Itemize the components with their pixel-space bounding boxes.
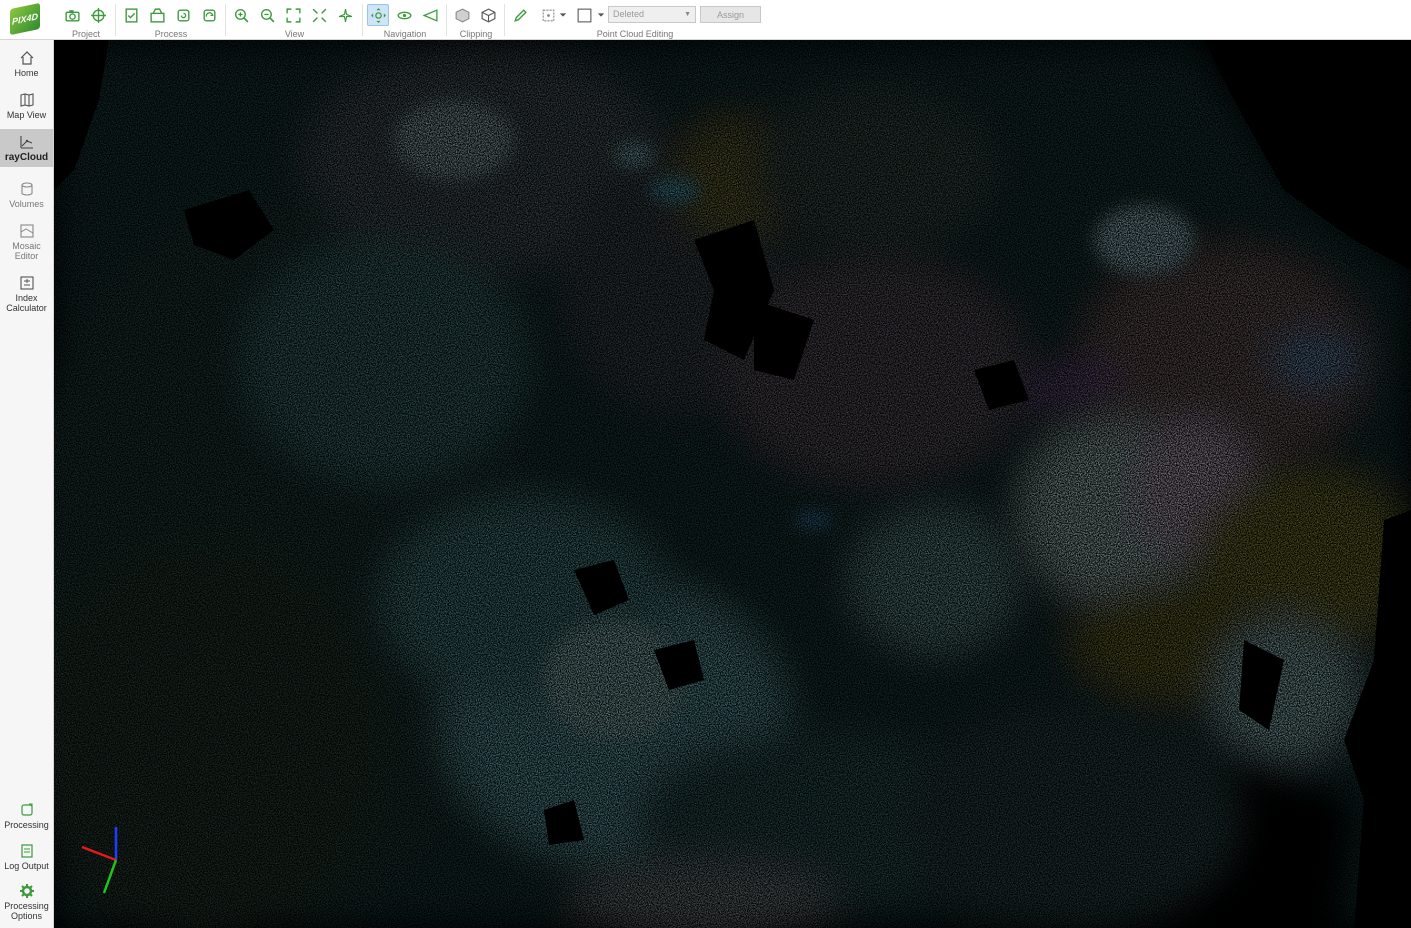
toolbar-group-point-cloud-editing: Deleted ▼ Assign Point Cloud Editing	[505, 0, 765, 40]
clipping-box-outline-icon[interactable]	[477, 4, 499, 26]
group-label-project: Project	[71, 29, 100, 39]
cylinder-icon	[20, 182, 33, 196]
sidebar-item-label: Mosaic Editor	[12, 241, 41, 261]
processing-icon	[20, 803, 33, 816]
pencil-edit-icon[interactable]	[509, 4, 531, 26]
log-icon	[20, 844, 33, 858]
left-sidebar: Home Map View rayCloud Volumes Mosaic Ed…	[0, 40, 54, 928]
selection-mode-icon[interactable]	[537, 4, 559, 26]
checklist-icon[interactable]	[120, 4, 142, 26]
sidebar-item-map-view[interactable]: Map View	[0, 92, 53, 126]
refresh-icon[interactable]	[198, 4, 220, 26]
point-cloud-render	[54, 40, 1411, 928]
map-icon	[19, 93, 34, 107]
sidebar-item-processing[interactable]: Processing	[0, 802, 53, 836]
sidebar-item-label: Processing Options	[4, 901, 49, 921]
group-label-point-cloud-editing: Point Cloud Editing	[596, 29, 674, 39]
sidebar-item-processing-options[interactable]: Processing Options	[0, 883, 53, 927]
sidebar-item-label: Volumes	[9, 199, 44, 209]
sidebar-item-log-output[interactable]: Log Output	[0, 843, 53, 877]
toolbar-group-navigation: Navigation	[363, 0, 447, 40]
group-label-process: Process	[154, 29, 188, 39]
group-label-clipping: Clipping	[459, 29, 493, 39]
fly-navigation-icon[interactable]	[419, 4, 441, 26]
group-label-view: View	[284, 29, 305, 39]
sidebar-item-raycloud[interactable]: rayCloud	[0, 129, 53, 167]
raycloud-3d-viewport[interactable]	[54, 40, 1411, 928]
axis-gizmo	[81, 827, 118, 894]
toolbar-group-process: Process	[116, 0, 226, 40]
zoom-in-icon[interactable]	[230, 4, 252, 26]
toolbar-group-project: Project	[56, 0, 116, 40]
main-toolbar: PIX4D Project Process View Navigation Cl…	[0, 0, 1411, 40]
gear-icon	[19, 884, 34, 898]
first-person-navigation-icon[interactable]	[393, 4, 415, 26]
color-dropdown-icon[interactable]	[595, 4, 607, 26]
zoom-extents-icon[interactable]	[282, 4, 304, 26]
clipping-box-icon[interactable]	[451, 4, 473, 26]
zoom-center-icon[interactable]	[308, 4, 330, 26]
open-box-icon[interactable]	[146, 4, 168, 26]
sidebar-item-home[interactable]: Home	[0, 50, 53, 84]
mosaic-icon	[19, 224, 34, 238]
selection-mode-dropdown-icon[interactable]	[557, 4, 569, 26]
point-class-select-value: Deleted	[613, 9, 645, 19]
trackball-navigation-icon[interactable]	[367, 4, 389, 26]
sidebar-item-volumes[interactable]: Volumes	[0, 181, 53, 215]
toolbar-group-view: View	[226, 0, 363, 40]
chevron-down-icon: ▼	[684, 11, 691, 18]
airplane-view-icon[interactable]	[334, 4, 356, 26]
sidebar-item-label: Processing	[4, 820, 49, 830]
index-calculator-icon	[19, 276, 34, 290]
pix4d-logo: PIX4D	[10, 2, 40, 36]
sidebar-item-label: Index Calculator	[6, 293, 47, 313]
sidebar-item-label: Home	[14, 68, 39, 78]
reprocess-icon[interactable]	[172, 4, 194, 26]
sidebar-item-mosaic-editor[interactable]: Mosaic Editor	[0, 223, 53, 267]
sidebar-item-index-calculator[interactable]: Index Calculator	[0, 275, 53, 319]
raycloud-icon	[19, 136, 33, 149]
home-icon	[20, 51, 33, 65]
color-swatch-icon[interactable]	[573, 4, 595, 26]
zoom-out-icon[interactable]	[256, 4, 278, 26]
sidebar-item-label: rayCloud	[4, 152, 49, 163]
camera-icon[interactable]	[61, 4, 83, 26]
group-label-navigation: Navigation	[383, 29, 427, 39]
sidebar-item-label: Map View	[6, 110, 47, 120]
assign-button[interactable]: Assign	[700, 6, 761, 23]
gcp-target-icon[interactable]	[87, 4, 109, 26]
toolbar-group-clipping: Clipping	[447, 0, 505, 40]
point-class-select[interactable]: Deleted ▼	[608, 6, 696, 23]
sidebar-item-label: Log Output	[4, 861, 49, 871]
